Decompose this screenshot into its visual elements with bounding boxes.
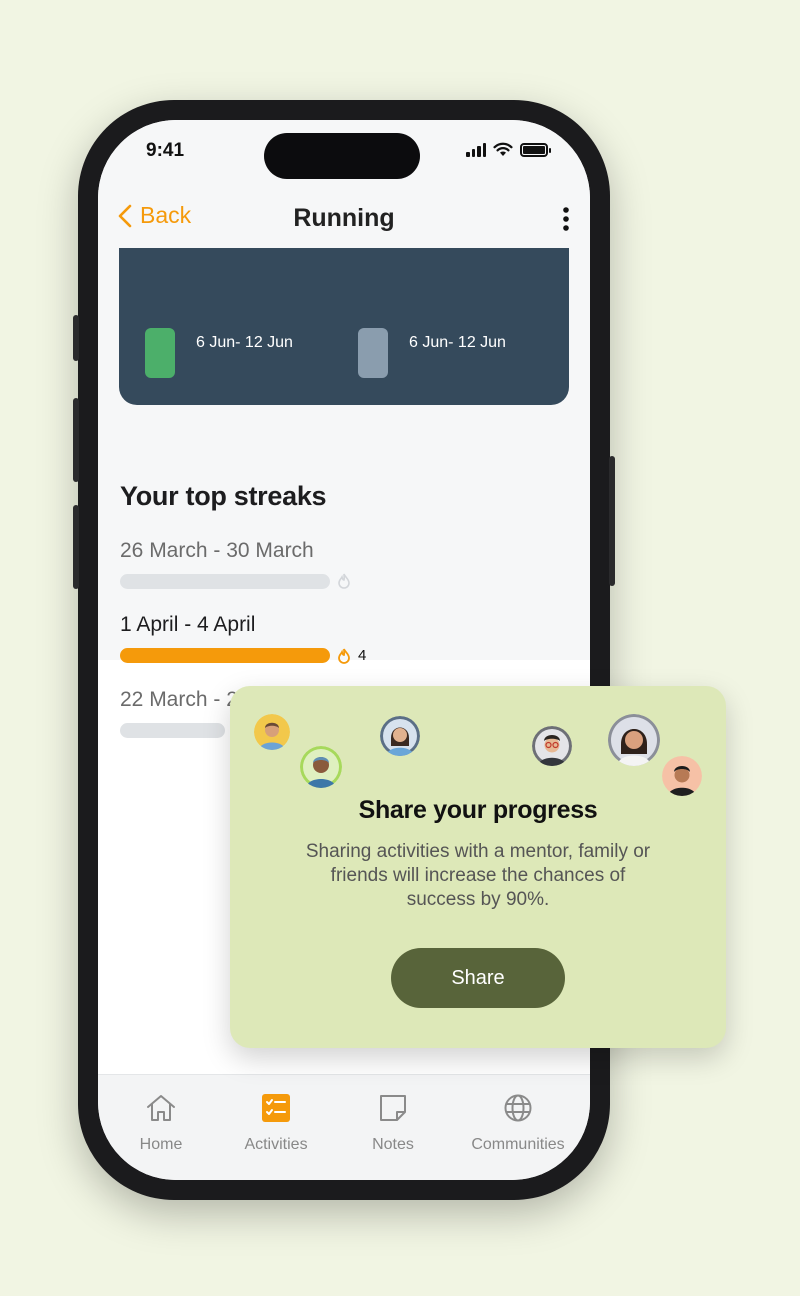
tab-communities[interactable]: Communities (466, 1093, 570, 1154)
status-time: 9:41 (146, 140, 185, 161)
share-description: Sharing activities with a mentor, family… (305, 841, 651, 910)
phone-mute-switch (73, 315, 79, 361)
share-title: Share your progress (358, 796, 598, 824)
tab-activities-label: Activities (244, 1136, 308, 1153)
streak-label: 26 March - 30 March (120, 539, 314, 562)
streak-count: 4 (358, 647, 367, 664)
streak-item: 26 March - 30 March (120, 539, 350, 589)
page-title: Running (293, 204, 395, 232)
tab-home[interactable]: Home (122, 1093, 200, 1154)
flame-icon (338, 573, 350, 589)
streak-label: 1 April - 4 April (120, 613, 256, 636)
stat-bar-current (145, 328, 175, 378)
dynamic-island (264, 133, 420, 179)
signal-icon (466, 142, 486, 157)
more-options-icon[interactable] (562, 206, 570, 232)
phone-volume-up-button (73, 398, 79, 482)
status-icons (466, 142, 551, 157)
avatar (254, 714, 290, 750)
globe-icon (504, 1094, 532, 1122)
status-bar: 9:41 (98, 120, 590, 192)
main-content: 6 Jun- 12 Jun 6 Jun- 12 Jun Your top str… (98, 218, 590, 738)
avatar (300, 746, 342, 788)
streak-item: 1 April - 4 April 4 (120, 613, 366, 664)
stat-date-range-1: 6 Jun- 12 Jun (196, 334, 293, 351)
notes-icon (380, 1095, 406, 1121)
battery-icon (520, 142, 551, 157)
activities-icon (262, 1094, 290, 1122)
avatar (662, 756, 702, 796)
flame-icon (338, 648, 350, 664)
tab-activities[interactable]: Activities (236, 1093, 316, 1154)
streaks-title: Your top streaks (120, 481, 327, 511)
tab-notes-label: Notes (372, 1136, 414, 1153)
avatar (532, 726, 572, 766)
tab-home-label: Home (139, 1136, 183, 1153)
phone-volume-down-button (73, 505, 79, 589)
share-button[interactable]: Share (391, 948, 565, 1008)
streak-progress-bar (120, 648, 330, 663)
tab-communities-label: Communities (471, 1136, 565, 1153)
phone-power-button (609, 456, 615, 586)
avatar (608, 714, 660, 766)
avatar (380, 716, 420, 756)
stat-bar-previous (358, 328, 388, 378)
home-icon (147, 1095, 175, 1121)
wifi-icon (493, 142, 513, 156)
streak-progress-bar (120, 573, 330, 589)
tab-notes[interactable]: Notes (358, 1093, 428, 1154)
stat-date-range-2: 6 Jun- 12 Jun (409, 334, 506, 351)
nav-bar: Back Running (98, 192, 590, 248)
tab-bar: Home Activities Notes Communities (98, 1074, 590, 1180)
share-progress-card: Share your progress Sharing activities w… (230, 686, 726, 1048)
streak-progress-bar (120, 722, 225, 738)
